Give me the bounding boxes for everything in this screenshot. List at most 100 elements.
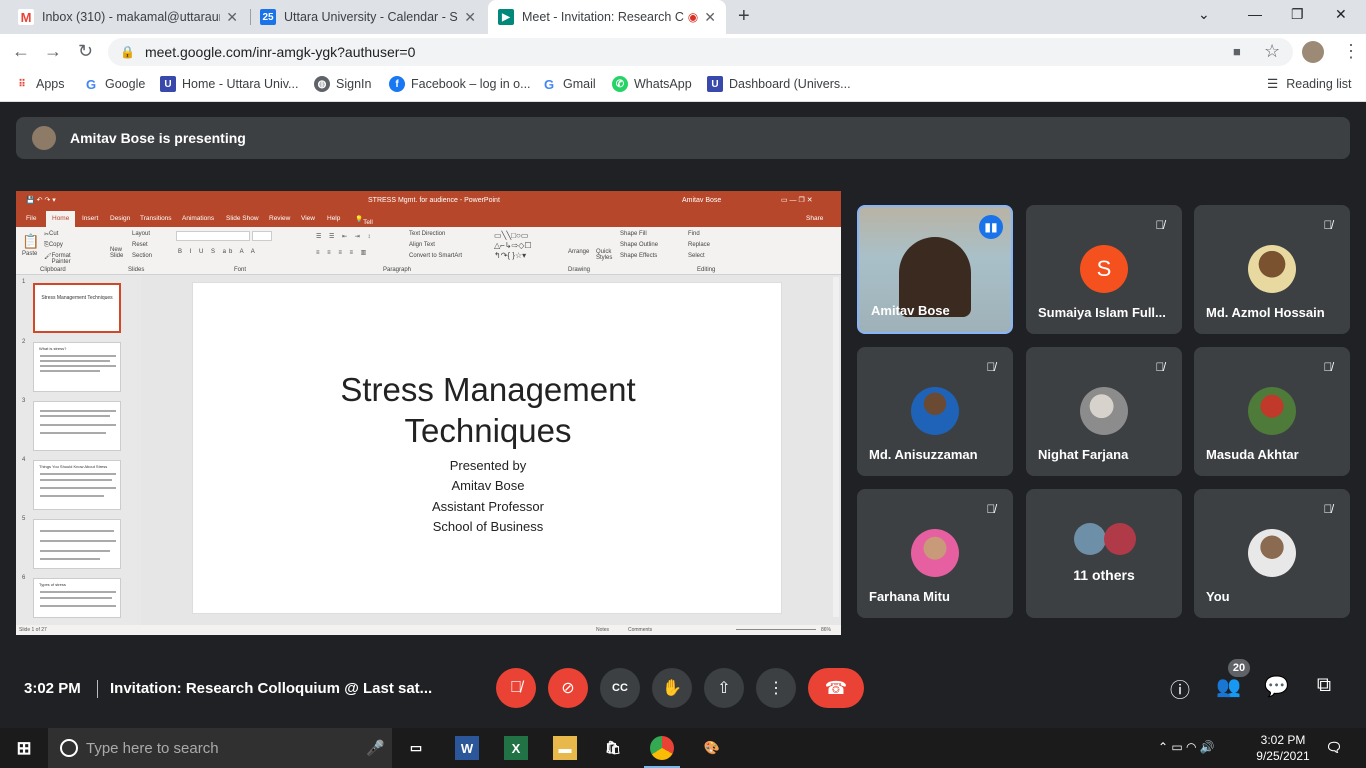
reset-button[interactable]: Reset bbox=[132, 242, 148, 248]
task-view-icon[interactable]: ▭ bbox=[404, 736, 428, 760]
menu-animations[interactable]: Animations bbox=[182, 215, 214, 222]
windows-start-icon[interactable]: ⊞ bbox=[12, 736, 36, 760]
menu-slideshow[interactable]: Slide Show bbox=[226, 215, 259, 222]
tab-calendar[interactable]: 25 Uttara University - Calendar - Sat ✕ bbox=[250, 0, 486, 34]
quick-styles-button[interactable]: Quick Styles bbox=[596, 249, 616, 261]
copy-button[interactable]: ⎘ Copy bbox=[44, 242, 63, 249]
tell-me[interactable]: 💡 Tell me what you want to do bbox=[355, 215, 377, 268]
tab-search-icon[interactable]: ⌄ bbox=[1198, 6, 1210, 23]
layout-button[interactable]: Layout bbox=[132, 231, 150, 237]
slide-thumbnail[interactable] bbox=[33, 519, 121, 569]
bookmark-dashboard[interactable]: U Dashboard (Univers... bbox=[707, 76, 851, 92]
font-size-box[interactable] bbox=[252, 231, 272, 241]
format-painter-button[interactable]: 🖌 Format Painter bbox=[44, 253, 71, 265]
bookmark-facebook[interactable]: f Facebook – log in o... bbox=[389, 76, 531, 92]
star-icon[interactable]: ☆ bbox=[1264, 41, 1280, 62]
select-button[interactable]: Select bbox=[688, 253, 705, 259]
list-icons[interactable]: ☰ ☰ ⇤ ⇥ ↕ bbox=[316, 233, 373, 240]
participant-tile[interactable]: 🎙̸ Md. Azmol Hossain bbox=[1194, 205, 1350, 334]
restore-icon[interactable]: ❐ bbox=[1291, 6, 1304, 23]
menu-file[interactable]: File bbox=[26, 215, 36, 222]
minimize-icon[interactable]: — bbox=[1248, 6, 1262, 22]
menu-icon[interactable]: ⋮ bbox=[1342, 41, 1360, 62]
text-direction-button[interactable]: Text Direction bbox=[409, 231, 445, 237]
menu-transitions[interactable]: Transitions bbox=[140, 215, 172, 222]
scrollbar[interactable] bbox=[833, 277, 839, 617]
camera-icon[interactable]: ■ bbox=[1233, 44, 1241, 59]
new-tab-icon[interactable]: + bbox=[738, 5, 750, 28]
camera-off-button[interactable]: ⊘ bbox=[548, 668, 588, 708]
menu-insert[interactable]: Insert bbox=[82, 215, 98, 222]
section-button[interactable]: Section bbox=[132, 253, 152, 259]
store-icon[interactable]: 🛍 bbox=[601, 736, 625, 760]
participant-tile[interactable]: 🎙̸ S Sumaiya Islam Full... bbox=[1026, 205, 1182, 334]
shared-screen[interactable]: 💾 ↶ ↷ ▾ STRESS Mgmt. for audience - Powe… bbox=[16, 191, 841, 635]
mic-icon[interactable]: 🎤 bbox=[366, 739, 385, 757]
leave-call-button[interactable]: ☎ bbox=[808, 668, 864, 708]
address-bar[interactable]: 🔒 meet.google.com/inr-amgk-ygk?authuser=… bbox=[108, 38, 1293, 66]
slide-thumbnail[interactable]: What is stress? bbox=[33, 342, 121, 392]
raise-hand-button[interactable]: ✋ bbox=[652, 668, 692, 708]
close-icon[interactable]: ✕ bbox=[464, 9, 476, 26]
info-icon[interactable]: ⓘ bbox=[1168, 674, 1192, 703]
others-tile[interactable]: 11 others bbox=[1026, 489, 1182, 618]
reload-icon[interactable]: ↻ bbox=[78, 41, 93, 62]
new-slide-button[interactable]: New Slide bbox=[110, 247, 128, 259]
convert-smartart-button[interactable]: Convert to SmartArt bbox=[409, 253, 462, 259]
replace-button[interactable]: Replace bbox=[688, 242, 710, 248]
excel-icon[interactable]: X bbox=[504, 736, 528, 760]
system-tray-icons[interactable]: ⌃ ▭ ◠ 🔊 bbox=[1158, 740, 1215, 754]
close-window-icon[interactable]: ✕ bbox=[1335, 6, 1347, 23]
present-button[interactable]: ⇧ bbox=[704, 668, 744, 708]
bookmark-gmail[interactable]: G Gmail bbox=[541, 76, 596, 92]
participant-tile[interactable]: 🎙̸ Md. Anisuzzaman bbox=[857, 347, 1013, 476]
menu-review[interactable]: Review bbox=[269, 215, 290, 222]
reading-list[interactable]: ☰ Reading list bbox=[1267, 76, 1352, 92]
paint-icon[interactable]: 🎨 bbox=[700, 736, 724, 760]
chat-icon[interactable]: 💬 bbox=[1264, 674, 1289, 699]
align-icons[interactable]: ≡ ≡ ≡ ≡ ▥ bbox=[316, 249, 369, 256]
menu-home[interactable]: Home bbox=[46, 211, 76, 227]
participant-tile[interactable]: 🎙̸ Nighat Farjana bbox=[1026, 347, 1182, 476]
people-icon[interactable]: 👥 bbox=[1216, 674, 1241, 699]
participant-tile[interactable]: ▮▮ Amitav Bose bbox=[857, 205, 1013, 334]
current-slide[interactable]: Stress Management Techniques Presented b… bbox=[192, 282, 782, 614]
taskbar-clock[interactable]: 3:02 PM 9/25/2021 bbox=[1255, 732, 1311, 764]
menu-design[interactable]: Design bbox=[110, 215, 130, 222]
shape-fill-button[interactable]: Shape Fill bbox=[620, 231, 647, 237]
taskbar-search[interactable]: Type here to search 🎤 bbox=[48, 728, 392, 768]
slide-editor[interactable]: Stress Management Techniques Presented b… bbox=[141, 275, 841, 625]
tab-meet[interactable]: ▶ Meet - Invitation: Research C ◉ ✕ bbox=[488, 0, 726, 34]
file-explorer-icon[interactable]: ▬ bbox=[553, 736, 577, 760]
forward-icon[interactable]: → bbox=[44, 41, 62, 62]
slide-thumbnail[interactable]: Types of stress bbox=[33, 578, 121, 618]
notifications-icon[interactable]: 🗨 bbox=[1322, 736, 1346, 760]
bookmark-whatsapp[interactable]: ✆ WhatsApp bbox=[612, 76, 692, 92]
slide-thumbnail[interactable] bbox=[33, 401, 121, 451]
menu-share[interactable]: Share bbox=[806, 215, 823, 222]
arrange-button[interactable]: Arrange bbox=[568, 249, 589, 255]
zoom-slider[interactable] bbox=[736, 629, 816, 630]
cut-button[interactable]: ✂ Cut bbox=[44, 231, 58, 238]
find-button[interactable]: Find bbox=[688, 231, 700, 237]
close-icon[interactable]: ✕ bbox=[226, 9, 238, 26]
bookmark-google[interactable]: G Google bbox=[83, 76, 145, 92]
tab-gmail[interactable]: M Inbox (310) - makamal@uttaraun ✕ bbox=[8, 0, 248, 34]
menu-view[interactable]: View bbox=[301, 215, 315, 222]
activities-icon[interactable]: ⧉ bbox=[1312, 674, 1336, 697]
shape-outline-button[interactable]: Shape Outline bbox=[620, 242, 658, 248]
paste-icon[interactable]: 📋 bbox=[22, 233, 39, 250]
back-icon[interactable]: ← bbox=[12, 41, 30, 62]
font-name-box[interactable] bbox=[176, 231, 250, 241]
shape-effects-button[interactable]: Shape Effects bbox=[620, 253, 657, 259]
self-tile[interactable]: 🎙̸ You bbox=[1194, 489, 1350, 618]
word-icon[interactable]: W bbox=[455, 736, 479, 760]
slide-thumbnail[interactable]: Things You Should Know About Stress bbox=[33, 460, 121, 510]
captions-button[interactable]: CC bbox=[600, 668, 640, 708]
mic-off-button[interactable]: 🎙̸ bbox=[496, 668, 536, 708]
comments-button[interactable]: Comments bbox=[628, 627, 652, 633]
menu-help[interactable]: Help bbox=[327, 215, 340, 222]
chrome-icon[interactable] bbox=[650, 736, 674, 760]
bookmark-uttara[interactable]: U Home - Uttara Univ... bbox=[160, 76, 298, 92]
bookmark-signin[interactable]: ◍ SignIn bbox=[314, 76, 371, 92]
